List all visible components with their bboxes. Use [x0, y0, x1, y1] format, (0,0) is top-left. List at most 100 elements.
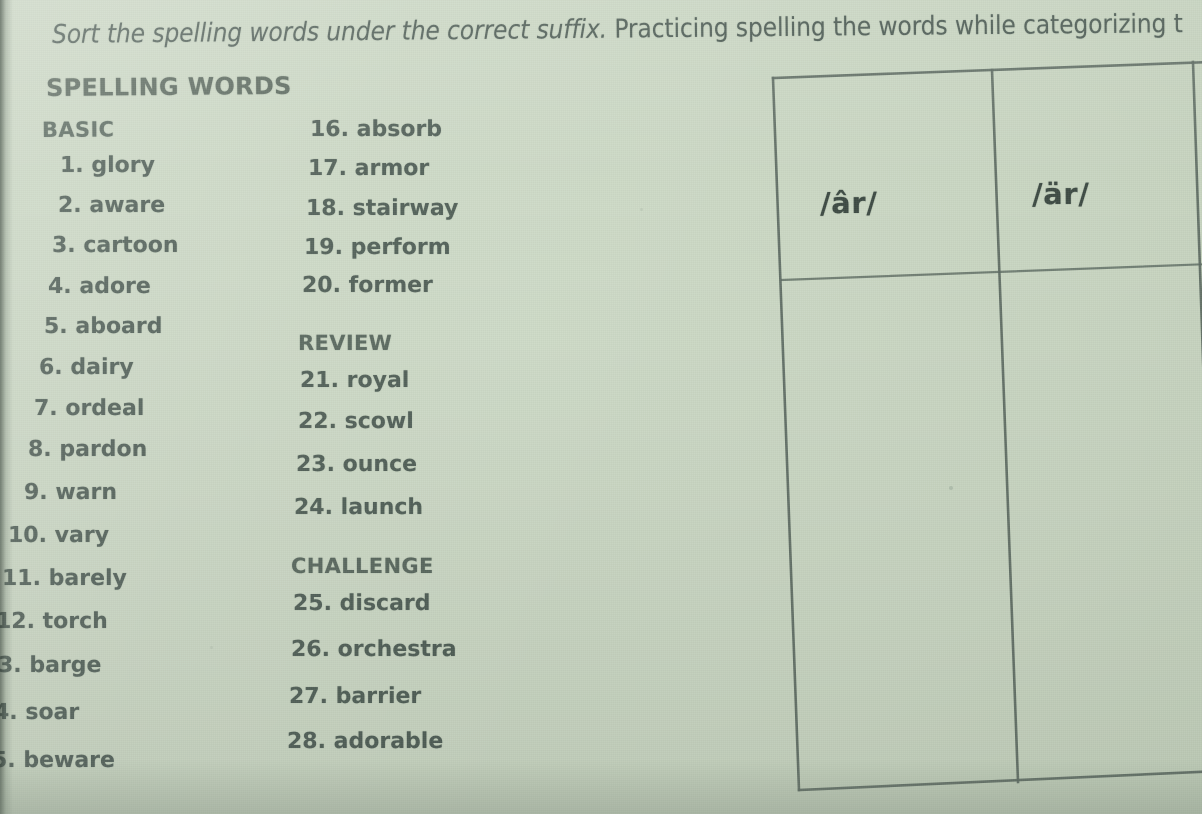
item-number: 17. — [308, 156, 347, 181]
table-column-divider-1 — [990, 68, 1020, 784]
item-word: torch — [42, 609, 108, 634]
item-number: 16. — [310, 117, 349, 142]
item-word: orchestra — [337, 637, 457, 662]
group-label-challenge: CHALLENGE — [291, 554, 434, 578]
table-border-left — [771, 76, 801, 792]
item-number: 12. — [0, 609, 35, 634]
item-number: 4. — [0, 700, 18, 725]
item-number: 25. — [293, 591, 332, 616]
instruction-text: Sort the spelling words under the correc… — [52, 9, 1183, 50]
table-column-divider-2 — [1191, 60, 1202, 368]
item-word: dairy — [70, 355, 134, 380]
item-word: royal — [346, 368, 410, 393]
item-word: scowl — [344, 409, 414, 434]
item-word: beware — [23, 748, 115, 773]
table-border-top — [771, 60, 1202, 80]
sort-table-grid — [771, 60, 1202, 792]
list-item: 4. adore — [48, 274, 151, 299]
item-number: 1. — [60, 153, 84, 178]
instruction-roman: Practicing spelling the words while cate… — [606, 9, 1183, 45]
list-item: 25. discard — [293, 591, 431, 616]
item-word: barely — [48, 566, 127, 591]
item-number: 19. — [304, 235, 343, 260]
item-number: 2. — [58, 193, 82, 218]
item-number: 18. — [306, 196, 345, 221]
item-number: 6. — [39, 355, 63, 380]
item-word: vary — [54, 523, 110, 548]
list-item: 3. cartoon — [52, 233, 179, 258]
item-word: cartoon — [83, 233, 179, 258]
left-edge-shadow — [0, 0, 13, 814]
item-number: 7. — [34, 396, 58, 421]
list-item: 20. former — [302, 273, 433, 298]
item-word: glory — [91, 153, 155, 178]
item-word: adore — [79, 274, 151, 299]
list-item: 5. aboard — [44, 314, 163, 339]
list-item: 21. royal — [300, 368, 409, 393]
item-word: ordeal — [65, 396, 145, 421]
list-item: 4. soar — [0, 700, 79, 725]
item-word: soar — [25, 700, 80, 725]
list-item: 10. vary — [8, 523, 109, 548]
paper-speck — [949, 486, 953, 490]
list-item: 17. armor — [308, 156, 429, 181]
table-header-ar-macron: /är/ — [1031, 176, 1090, 212]
item-number: 10. — [8, 523, 47, 548]
item-word: aware — [89, 193, 166, 218]
suffix-sort-table: /âr/ /är/ — [744, 34, 1202, 814]
item-word: absorb — [356, 117, 443, 142]
item-word: stairway — [352, 196, 459, 221]
item-number: 3. — [52, 233, 76, 258]
item-word: adorable — [333, 729, 444, 754]
paper-grain-overlay — [0, 0, 1202, 814]
lighting-overlay — [0, 0, 1202, 814]
list-item: 26. orchestra — [291, 637, 457, 662]
list-item: 3. barge — [0, 653, 101, 678]
list-item: 19. perform — [304, 235, 451, 260]
list-item: 7. ordeal — [34, 396, 144, 421]
item-word: pardon — [59, 437, 148, 462]
item-word: barrier — [335, 684, 422, 709]
item-number: 4. — [48, 274, 72, 299]
list-item: 2. aware — [58, 193, 165, 218]
table-border-bottom — [797, 770, 1202, 792]
item-number: 11. — [2, 566, 41, 591]
list-item: 23. ounce — [296, 452, 417, 477]
item-number: 8. — [28, 437, 52, 462]
list-item: 8. pardon — [28, 437, 147, 462]
list-item: 24. launch — [294, 495, 423, 520]
item-word: perform — [350, 235, 451, 260]
item-number: 9. — [24, 480, 48, 505]
list-item: 12. torch — [0, 609, 108, 634]
item-number: 5. — [0, 748, 16, 773]
item-number: 24. — [294, 495, 333, 520]
list-item: 1. glory — [60, 153, 155, 178]
item-number: 26. — [291, 637, 330, 662]
bottom-edge-shadow — [0, 760, 1202, 814]
list-item: 28. adorable — [287, 729, 443, 754]
item-word: warn — [55, 480, 118, 505]
item-number: 22. — [298, 409, 337, 434]
item-number: 28. — [287, 729, 326, 754]
item-number: 27. — [289, 684, 328, 709]
item-number: 23. — [296, 452, 335, 477]
list-item: 11. barely — [2, 566, 127, 591]
page-title: SPELLING WORDS — [45, 71, 292, 102]
list-item: 9. warn — [24, 480, 117, 505]
item-number: 21. — [300, 368, 339, 393]
list-item: 27. barrier — [289, 684, 421, 709]
item-word: barge — [29, 653, 102, 678]
item-word: ounce — [342, 452, 418, 477]
list-item: 18. stairway — [306, 196, 458, 221]
item-number: 20. — [302, 273, 341, 298]
item-number: 3. — [0, 653, 22, 678]
list-item: 16. absorb — [310, 117, 442, 142]
item-word: former — [348, 273, 433, 298]
item-word: armor — [354, 156, 430, 181]
item-word: aboard — [75, 314, 163, 339]
list-item: 22. scowl — [298, 409, 414, 434]
item-word: launch — [340, 495, 424, 520]
paper-speck — [210, 646, 213, 649]
item-number: 5. — [44, 314, 68, 339]
table-header-divider — [780, 263, 1202, 282]
